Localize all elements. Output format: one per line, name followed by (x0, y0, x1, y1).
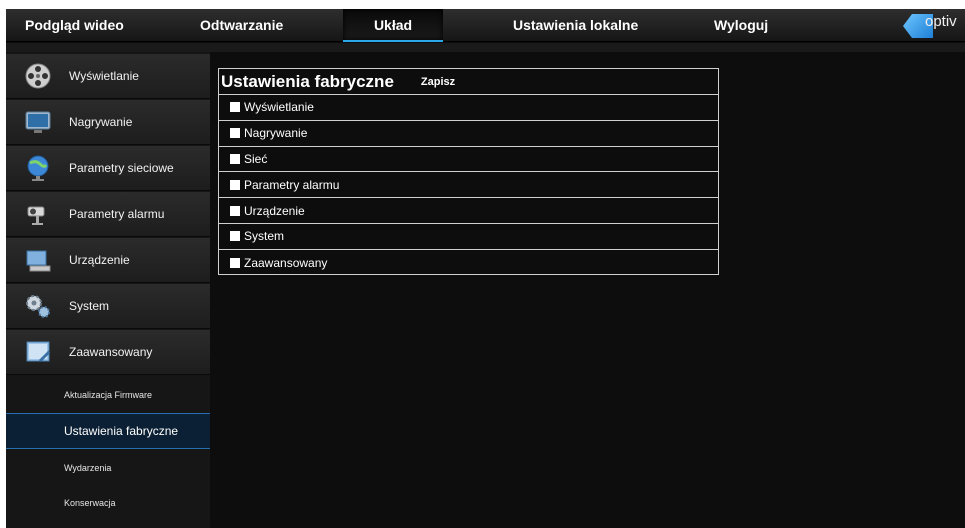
option-row-nagrywanie: Nagrywanie (219, 121, 718, 147)
option-label: System (244, 229, 285, 244)
sidebar-item-label: Parametry alarmu (69, 207, 165, 221)
gears-icon (26, 295, 50, 318)
subitem-ustawienia-fabryczne[interactable]: Ustawienia fabryczne (6, 413, 210, 449)
sidebar-item-system[interactable]: System (6, 284, 210, 329)
subitem-label: Ustawienia fabryczne (64, 424, 179, 438)
checkbox[interactable] (230, 179, 240, 190)
option-label: Parametry alarmu (244, 177, 340, 192)
nav-podglad-wideo[interactable]: Podgląd wideo (25, 9, 124, 42)
panel-title: Ustawienia fabryczne (221, 71, 394, 91)
sidebar-item-nagrywanie[interactable]: Nagrywanie (6, 100, 210, 145)
app-window: Podgląd wideo Odtwarzanie Układ Ustawien… (6, 9, 965, 528)
brand-logo: optiv (903, 11, 965, 40)
sidebar-item-parametry-sieciowe[interactable]: Parametry sieciowe (6, 146, 210, 191)
monitor-icon (25, 111, 51, 133)
option-row-zaawansowany: Zaawansowany (219, 250, 718, 276)
panel-header: Ustawienia fabryczne Zapisz (219, 69, 718, 95)
checkbox[interactable] (230, 231, 240, 242)
subitem-aktualizacja-firmware[interactable]: Aktualizacja Firmware (6, 377, 210, 412)
checkbox[interactable] (230, 205, 240, 216)
save-button[interactable]: Zapisz (421, 76, 455, 88)
sidebar-item-label: Urządzenie (69, 253, 130, 267)
sidebar-item-zaawansowany[interactable]: Zaawansowany (6, 330, 210, 375)
sidebar-item-label: Parametry sieciowe (69, 161, 174, 175)
film-reel-icon (25, 63, 51, 89)
checkbox[interactable] (230, 128, 240, 139)
nav-wyloguj[interactable]: Wyloguj (714, 9, 768, 42)
nav-uklad[interactable]: Układ (343, 9, 443, 42)
option-label: Nagrywanie (244, 126, 308, 141)
sidebar-item-label: System (69, 299, 110, 313)
camera-alarm-icon (27, 206, 45, 225)
option-label: Sieć (244, 151, 268, 166)
advanced-icon (26, 341, 50, 362)
option-label: Zaawansowany (244, 255, 328, 270)
subitem-label: Wydarzenia (64, 462, 112, 473)
sidebar-item-parametry-alarmu[interactable]: Parametry alarmu (6, 192, 210, 237)
option-row-urzadzenie: Urządzenie (219, 198, 718, 224)
option-row-system: System (219, 224, 718, 250)
nav-odtwarzanie[interactable]: Odtwarzanie (200, 9, 283, 42)
factory-settings-panel: Ustawienia fabryczne Zapisz Wyświetlanie… (218, 68, 719, 275)
option-row-wyswietlanie: Wyświetlanie (219, 95, 718, 121)
option-row-siec: Sieć (219, 147, 718, 173)
sidebar-item-wyswietlanie[interactable]: Wyświetlanie (6, 54, 210, 99)
sidebar-item-label: Wyświetlanie (69, 69, 139, 83)
toolbar-strip (6, 43, 965, 52)
sidebar-item-label: Nagrywanie (69, 115, 133, 129)
checkbox[interactable] (230, 257, 240, 268)
option-label: Wyświetlanie (244, 100, 314, 115)
sidebar-item-label: Zaawansowany (69, 345, 153, 359)
globe-icon (27, 155, 49, 181)
subitem-konserwacja[interactable]: Konserwacja (6, 485, 210, 520)
checkbox[interactable] (230, 153, 240, 164)
subitem-label: Aktualizacja Firmware (64, 389, 153, 400)
subitem-label: Konserwacja (64, 497, 116, 508)
device-icon (26, 250, 51, 272)
sidebar-item-urzadzenie[interactable]: Urządzenie (6, 238, 210, 283)
logo-text: optiv (925, 13, 957, 30)
subitem-wydarzenia[interactable]: Wydarzenia (6, 450, 210, 485)
sidebar: Wyświetlanie Nagrywanie Parametry siecio… (6, 52, 210, 528)
top-navigation: Podgląd wideo Odtwarzanie Układ Ustawien… (6, 9, 965, 42)
option-row-parametry-alarmu: Parametry alarmu (219, 172, 718, 199)
checkbox[interactable] (230, 102, 240, 113)
option-label: Urządzenie (244, 203, 305, 218)
nav-ustawienia-lokalne[interactable]: Ustawienia lokalne (513, 9, 638, 42)
